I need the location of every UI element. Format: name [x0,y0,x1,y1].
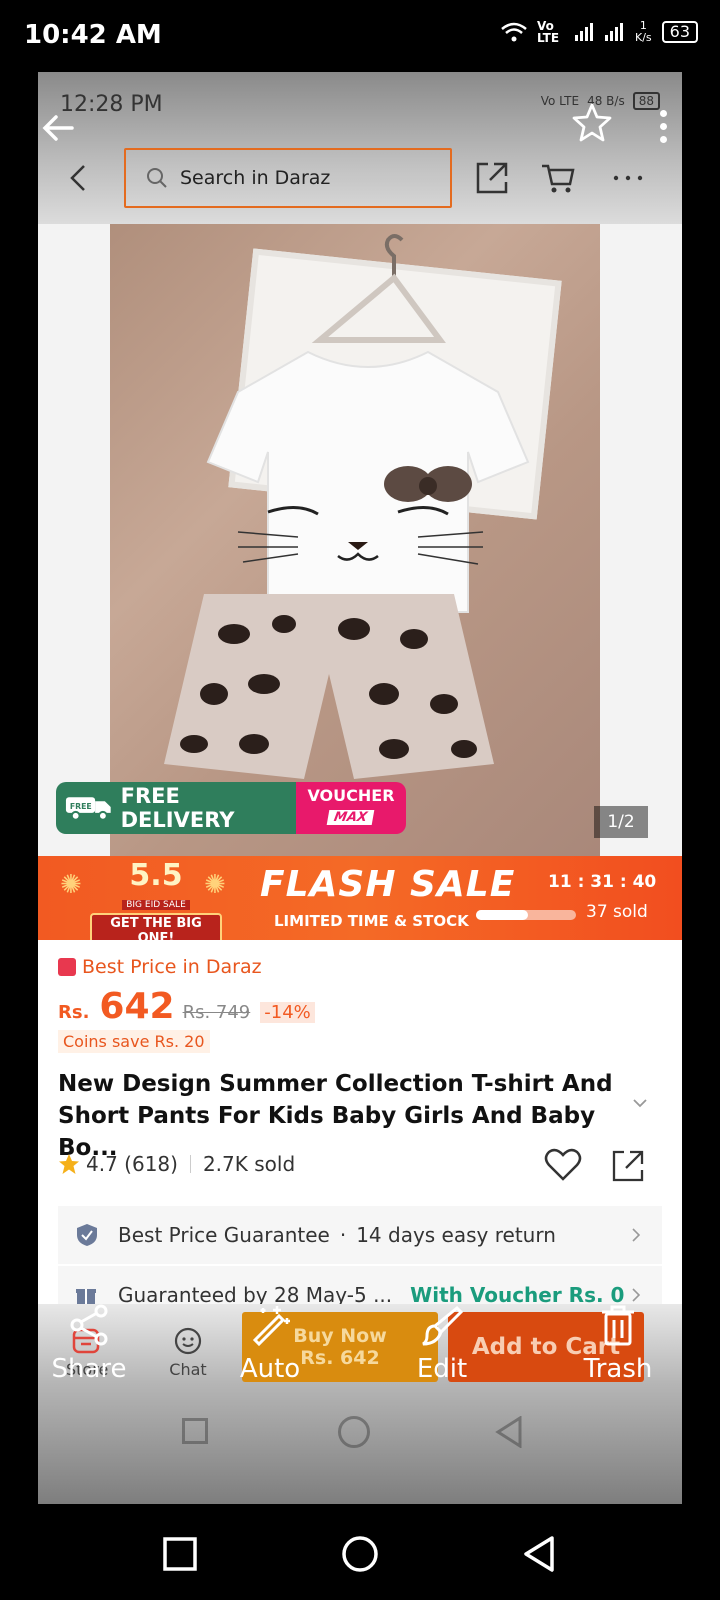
product-info: Best Price in Daraz Rs. 642 Rs. 749 -14%… [38,940,682,1340]
flash-sale-title: FLASH SALE [260,864,516,905]
price-tag-icon [58,958,76,976]
chevron-down-icon[interactable] [632,1098,648,1108]
voucher-max-label: MAX [327,810,375,825]
product-gallery[interactable]: FREE FREE DELIVERY VOUCHER MAX 1/2 [38,224,682,856]
currency-label: Rs. [58,1002,90,1023]
rating-star-icon [59,1154,79,1174]
divider [189,1155,191,1173]
eid-sale-logo: 5.5 BIG EID SALE GET THE BIG ONE! [90,860,222,949]
edit-tool-button[interactable]: Edit [387,1304,497,1384]
chat-icon [174,1327,202,1355]
flash-sale-banner[interactable]: ✺ 5.5 BIG EID SALE GET THE BIG ONE! ✺ FL… [38,856,682,949]
viewer-more-icon[interactable] [660,110,670,146]
rating-value: 4.7 (618) [86,1152,178,1176]
net-speed: 1 K/s [635,20,652,44]
trash-tool-button[interactable]: Trash [563,1304,673,1384]
discount-badge: -14% [260,1002,315,1023]
chat-label: Chat [169,1360,207,1379]
share-out-icon[interactable] [474,160,510,196]
voucher-label: VOUCHER [307,786,395,805]
flash-sale-subtitle: LIMITED TIME & STOCK [274,912,469,930]
search-input[interactable]: Search in Daraz [124,148,452,208]
tshirt-graphic [206,350,530,613]
gift-icon [76,1289,96,1304]
app-header: 12:28 PM Vo LTE 48 B/s 88 Search in Dara… [38,72,682,224]
hanger-graphic [311,234,446,343]
free-delivery-label: FREE DELIVERY [120,784,235,832]
magic-wand-icon [252,1306,290,1346]
share-icon [70,1304,108,1346]
current-price: 642 [99,986,175,1027]
network-type: Vo LTE [536,19,560,45]
free-delivery-badge: FREE FREE DELIVERY [56,782,296,834]
guarantee-label: Best Price Guarantee [118,1223,330,1247]
rating-row[interactable]: 4.7 (618) 2.7K sold [58,1152,295,1176]
sold-progress-fill [476,910,528,920]
voucher-max-badge: VOUCHER MAX [296,782,406,834]
chat-button[interactable]: Chat [166,1326,210,1379]
wifi-icon [501,22,527,42]
coins-save-tag[interactable]: Coins save Rs. 20 [58,1030,210,1053]
auto-tool-label: Auto [239,1354,301,1384]
eid-sale-number: 5.5 [129,858,183,893]
return-policy-label: 14 days easy return [356,1223,556,1247]
ornament-icon-2: ✺ [204,870,226,900]
more-options-icon[interactable] [610,160,646,196]
trash-tool-label: Trash [583,1354,653,1384]
wishlist-heart-icon[interactable] [544,1148,582,1182]
best-price-tag[interactable]: Best Price in Daraz [58,956,262,978]
price-row: Rs. 642 Rs. 749 -14% [58,986,315,1027]
system-nav-bar [0,1504,720,1600]
best-price-label: Best Price in Daraz [82,956,262,978]
edit-tool-label: Edit [416,1354,468,1384]
search-placeholder: Search in Daraz [180,167,331,189]
eid-sale-caption: BIG EID SALE [122,900,190,910]
separator-dot: · [339,1223,347,1247]
share-tool-button[interactable]: Share [34,1304,144,1384]
flash-sale-timer: 11 : 31 : 40 [548,872,657,892]
battery-icon: 63 [661,21,698,43]
inner-nav-square-icon [182,1418,208,1444]
ornament-icon: ✺ [60,870,82,900]
share-product-icon[interactable] [610,1148,646,1184]
product-photo[interactable] [110,224,600,856]
back-triangle-icon[interactable] [520,1534,560,1574]
sold-progress-bar [476,910,576,920]
trash-icon [602,1305,634,1346]
shorts-graphic [164,594,494,779]
back-chevron-icon[interactable] [66,162,92,194]
cart-icon[interactable] [540,160,576,196]
viewer-back-arrow-icon[interactable] [38,108,78,148]
os-clock: 10:42 AM [24,20,162,50]
os-status-icons: Vo LTE 1 K/s 63 [501,20,698,44]
home-circle-icon[interactable] [340,1534,380,1574]
signal-icon [574,23,595,41]
chevron-right-icon [632,1228,640,1242]
product-title[interactable]: New Design Summer Collection T-shirt And… [58,1068,618,1164]
inner-nav-circle-icon [338,1416,370,1448]
signal-icon-2 [604,23,625,41]
image-counter: 1/2 [594,806,648,838]
screenshot-viewer: 12:28 PM Vo LTE 48 B/s 88 Search in Dara… [38,72,682,1504]
original-price: Rs. 749 [182,1002,251,1023]
inner-nav-back-icon [495,1416,522,1448]
recents-square-icon[interactable] [160,1534,200,1574]
price-guarantee-row[interactable]: Best Price Guarantee · 14 days easy retu… [58,1206,662,1264]
shield-check-icon [77,1224,97,1246]
os-status-bar: 10:42 AM Vo LTE 1 K/s 63 [0,0,720,72]
auto-tool-button[interactable]: Auto [215,1304,325,1384]
inner-battery-icon: 88 [632,92,660,110]
delivery-truck-icon: FREE [65,797,111,821]
net-speed-unit: K/s [634,31,652,44]
sold-count: 2.7K sold [202,1152,296,1176]
brush-icon [422,1305,463,1346]
chevron-right-icon-2 [632,1288,640,1302]
share-tool-label: Share [51,1354,127,1384]
flash-sold-count: 37 sold [586,902,648,922]
truck-free-tag: FREE [70,802,92,811]
favorite-star-icon[interactable] [572,102,612,142]
search-icon [147,168,167,188]
